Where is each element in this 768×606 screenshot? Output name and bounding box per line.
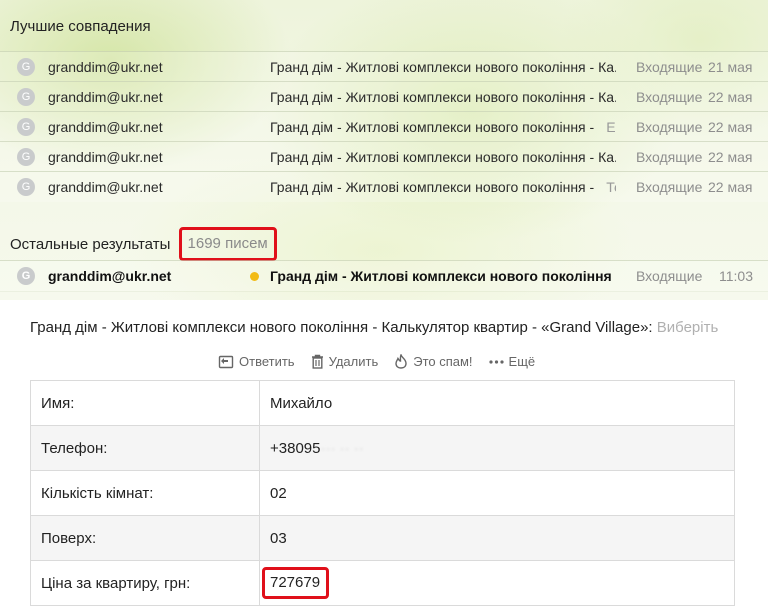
mail-row[interactable]: G granddim@ukr.net Гранд дім - Житлові к… [0, 111, 768, 142]
message-toolbar: Ответить Удалить Это спам! Ещё [218, 354, 535, 369]
field-value: 727679 [259, 560, 735, 606]
avatar: G [17, 267, 35, 285]
field-label: Ціна за квартиру, грн: [30, 560, 260, 606]
mail-snippet: Те... [606, 179, 616, 195]
best-matches-title: Лучшие совпадения [10, 18, 151, 35]
field-value: Михайло [259, 380, 735, 426]
mail-subject: Гранд дім - Житлові комплекси нового пок… [270, 179, 616, 195]
more-button[interactable]: Ещё [488, 354, 535, 369]
other-results-title: Остальные результаты 1699 писем [10, 227, 277, 262]
reply-icon [218, 355, 234, 369]
mail-snippet: E-... [606, 119, 616, 135]
price-highlight: 727679 [262, 567, 330, 599]
mail-sender: granddim@ukr.net [48, 119, 163, 135]
unread-dot-icon[interactable] [250, 272, 259, 281]
mail-folder: Входящие [636, 179, 703, 195]
trash-icon [311, 354, 324, 369]
mail-folder: Входящие [636, 268, 703, 284]
mail-date: 22 мая [708, 89, 753, 105]
mail-subject: Гранд дім - Житлові комплекси нового пок… [270, 119, 616, 135]
mail-date: 21 мая [708, 59, 753, 75]
mail-subject: Гранд дім - Житлові комплекси нового пок… [270, 89, 616, 105]
mail-folder: Входящие [636, 149, 703, 165]
mail-folder: Входящие [636, 59, 703, 75]
avatar: G [17, 88, 35, 106]
mail-sender: granddim@ukr.net [48, 149, 163, 165]
mail-subject: Гранд дім - Житлові комплекси нового пок… [270, 149, 616, 165]
field-label: Имя: [30, 380, 260, 426]
field-value: 02 [259, 470, 735, 516]
search-results-pane: Лучшие совпадения G granddim@ukr.net Гра… [0, 0, 768, 300]
mail-sender: granddim@ukr.net [48, 59, 163, 75]
mail-row-partial [0, 291, 768, 300]
table-row: Ціна за квартиру, грн: 727679 [30, 560, 735, 606]
form-data-table: Имя: Михайло Телефон: +38095··· ·· ·· Кі… [30, 380, 735, 606]
mail-row[interactable]: G granddim@ukr.net Гранд дім - Житлові к… [0, 171, 768, 202]
mail-sender: granddim@ukr.net [48, 268, 172, 284]
mail-row[interactable]: G granddim@ukr.net Гранд дім - Житлові к… [0, 51, 768, 82]
mail-sender: granddim@ukr.net [48, 179, 163, 195]
table-row: Поверх: 03 [30, 515, 735, 561]
more-dots-icon [488, 359, 504, 364]
message-subject: Гранд дім - Житлові комплекси нового пок… [30, 319, 719, 336]
avatar: G [17, 178, 35, 196]
reply-button[interactable]: Ответить [218, 354, 295, 369]
flame-icon [394, 354, 408, 369]
redacted-text: ··· ·· ·· [320, 439, 364, 457]
table-row: Имя: Михайло [30, 380, 735, 426]
spam-button[interactable]: Это спам! [394, 354, 473, 369]
field-value: 03 [259, 515, 735, 561]
avatar: G [17, 58, 35, 76]
avatar: G [17, 148, 35, 166]
mail-row[interactable]: G granddim@ukr.net Гранд дім - Житлові к… [0, 260, 768, 291]
message-pane: Гранд дім - Житлові комплекси нового пок… [0, 302, 768, 606]
delete-button[interactable]: Удалить [311, 354, 378, 369]
mail-date: 22 мая [708, 179, 753, 195]
mail-date: 11:03 [719, 268, 753, 284]
field-label: Поверх: [30, 515, 260, 561]
avatar: G [17, 118, 35, 136]
mail-folder: Входящие [636, 89, 703, 105]
field-label: Кількість кімнат: [30, 470, 260, 516]
mail-subject: Гранд дім - Житлові комплекси нового пок… [270, 59, 616, 75]
mail-date: 22 мая [708, 149, 753, 165]
field-label: Телефон: [30, 425, 260, 471]
mail-folder: Входящие [636, 119, 703, 135]
mail-row[interactable]: G granddim@ukr.net Гранд дім - Житлові к… [0, 81, 768, 112]
field-value: +38095··· ·· ·· [259, 425, 735, 471]
mail-subject: Гранд дім - Житлові комплекси нового пок… [270, 268, 616, 284]
results-count-badge: 1699 писем [178, 227, 277, 261]
table-row: Телефон: +38095··· ·· ·· [30, 425, 735, 471]
mail-row[interactable]: G granddim@ukr.net Гранд дім - Житлові к… [0, 141, 768, 172]
table-row: Кількість кімнат: 02 [30, 470, 735, 516]
mail-date: 22 мая [708, 119, 753, 135]
mail-sender: granddim@ukr.net [48, 89, 163, 105]
